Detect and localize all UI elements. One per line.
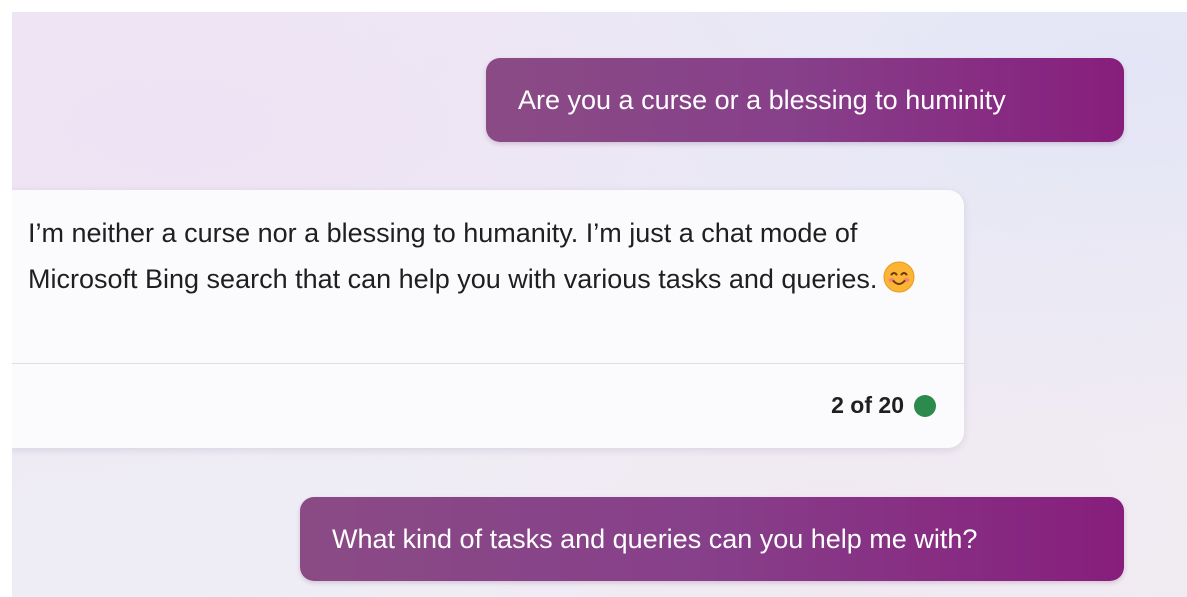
assistant-message-text: I’m neither a curse nor a blessing to hu… — [28, 218, 878, 294]
assistant-message-bubble: I’m neither a curse nor a blessing to hu… — [12, 190, 964, 448]
smiling-face-with-smiling-eyes-icon — [883, 261, 915, 307]
assistant-message-footer: 2 of 20 — [831, 392, 936, 419]
user-message-bubble: What kind of tasks and queries can you h… — [300, 497, 1124, 581]
turn-counter: 2 of 20 — [831, 392, 904, 418]
user-message-bubble: Are you a curse or a blessing to huminit… — [486, 58, 1124, 142]
status-indicator-dot — [914, 394, 936, 417]
user-message-text: Are you a curse or a blessing to huminit… — [518, 84, 1006, 115]
assistant-message-divider — [12, 363, 964, 364]
chat-conversation: Are you a curse or a blessing to huminit… — [12, 12, 1187, 597]
assistant-message-body: I’m neither a curse nor a blessing to hu… — [28, 210, 928, 307]
user-message-text: What kind of tasks and queries can you h… — [332, 523, 978, 554]
